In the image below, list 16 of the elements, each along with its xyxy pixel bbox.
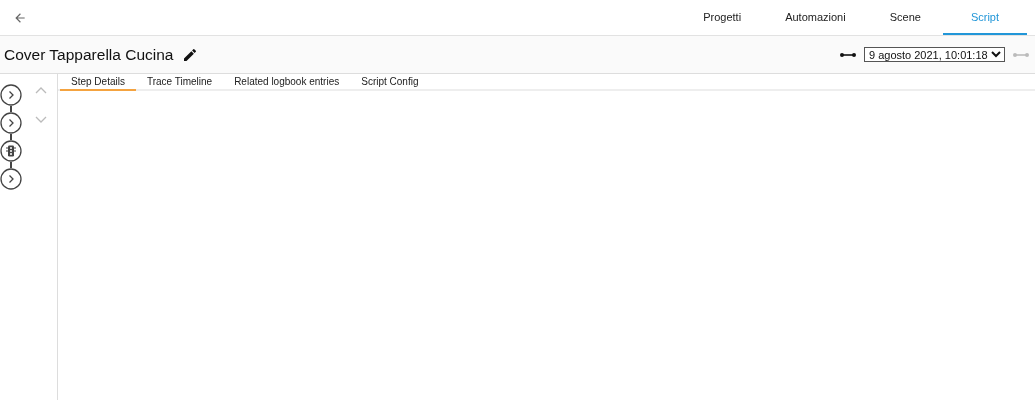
page-title: Cover Tapparella Cucina <box>4 45 174 64</box>
detail-tab[interactable]: Trace Timeline <box>135 74 224 91</box>
pencil-icon[interactable] <box>182 46 199 63</box>
chevron-node-icon[interactable] <box>0 84 22 106</box>
chevron-node-icon[interactable] <box>0 112 22 134</box>
traffic-light-node-icon[interactable] <box>0 140 22 162</box>
trace-select[interactable]: 9 agosto 2021, 10:01:18 <box>864 47 1005 62</box>
detail-tab[interactable]: Step Details <box>60 74 136 91</box>
detail-tab[interactable]: Related logbook entries <box>223 74 351 91</box>
chevron-node-icon[interactable] <box>0 168 22 190</box>
nav-tab[interactable]: Automazioni <box>763 0 868 35</box>
detail-tab[interactable]: Script Config <box>350 74 430 91</box>
nav-tab[interactable]: Scene <box>867 0 943 35</box>
double-arrow-icon <box>840 50 856 59</box>
nav-tab[interactable]: Progetti <box>681 0 764 35</box>
double-arrow-icon <box>1013 50 1029 59</box>
